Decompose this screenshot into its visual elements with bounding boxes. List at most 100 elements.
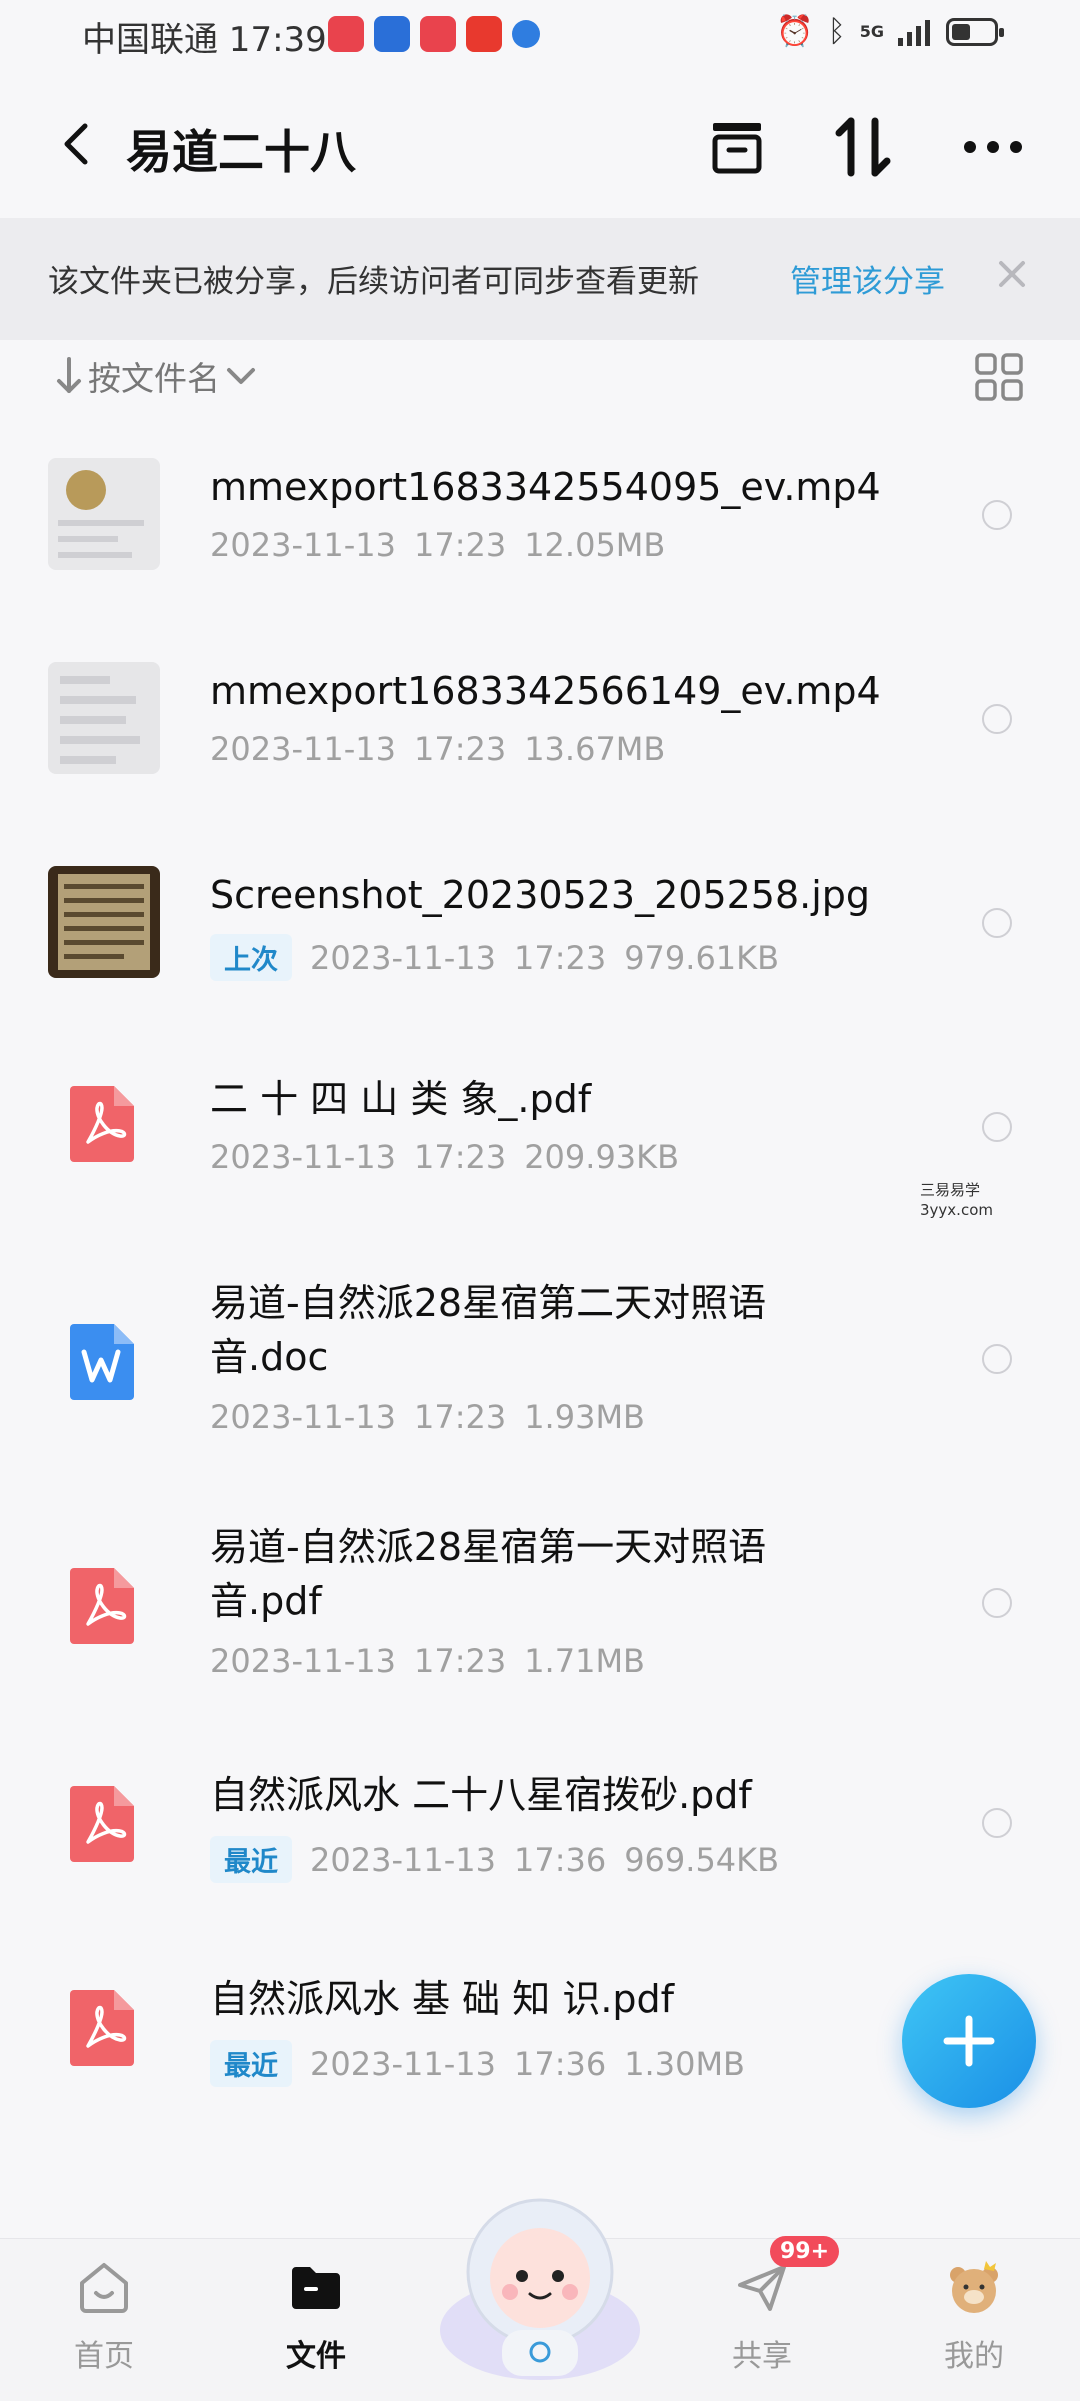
- file-meta: 2023-11-13 17:23 12.05MB: [210, 526, 665, 564]
- nav-share[interactable]: 共享: [692, 2257, 832, 2375]
- file-time: 17:23: [413, 526, 507, 564]
- select-radio[interactable]: [982, 908, 1012, 938]
- add-button[interactable]: [902, 1974, 1036, 2108]
- image-thumbnail: [48, 866, 160, 978]
- file-size: 1.93MB: [524, 1398, 645, 1436]
- bluetooth-icon: ᛒ: [827, 14, 846, 49]
- pdf-file-icon: [70, 1990, 134, 2066]
- file-time: 17:23: [413, 1642, 507, 1680]
- sort-arrows-icon: [835, 117, 891, 177]
- file-size: 209.93KB: [524, 1138, 680, 1176]
- page-title: 易道二十八: [126, 125, 356, 179]
- app-notification-icon: [512, 20, 540, 48]
- file-name: 易道-自然派28星宿第一天对照语音.pdf: [210, 1525, 767, 1623]
- nav-home-label: 首页: [74, 2339, 134, 2374]
- watermark: 三易易学 3yyx.com: [920, 1180, 993, 1220]
- select-radio[interactable]: [982, 704, 1012, 734]
- select-radio[interactable]: [982, 500, 1012, 530]
- signal-icon: [898, 19, 930, 46]
- pdf-file-icon: [70, 1568, 134, 1644]
- select-radio[interactable]: [982, 1588, 1012, 1618]
- nav-me[interactable]: 我的: [904, 2257, 1044, 2375]
- chevron-left-icon: [64, 123, 88, 165]
- bear-avatar-icon: [950, 2261, 998, 2313]
- watermark-line-2: 3yyx.com: [920, 1201, 993, 1219]
- file-name: mmexport1683342566149_ev.mp4: [210, 669, 881, 713]
- sort-toggle-button[interactable]: [826, 110, 900, 184]
- file-size: 1.30MB: [624, 2044, 745, 2083]
- recent-tag: 最近: [210, 2040, 292, 2087]
- status-right: ⏰ ᛒ 5G: [776, 14, 1004, 49]
- nav-home[interactable]: 首页: [34, 2257, 174, 2375]
- back-button[interactable]: [48, 112, 104, 176]
- sort-by-name-button[interactable]: 按文件名: [56, 352, 256, 400]
- manage-share-link[interactable]: 管理该分享: [790, 256, 945, 301]
- file-date: 2023-11-13: [210, 1642, 396, 1680]
- file-meta: 2023-11-13 17:23 209.93KB: [210, 1138, 679, 1176]
- select-radio[interactable]: [982, 1344, 1012, 1374]
- carrier-time: 中国联通 17:39: [82, 20, 327, 60]
- more-button[interactable]: [956, 110, 1030, 184]
- grid-view-icon: [975, 353, 1023, 401]
- banner-message: 该文件夹已被分享，后续访问者可同步查看更新: [48, 264, 699, 300]
- file-date: 2023-11-13: [210, 526, 396, 564]
- file-size: 969.54KB: [624, 1840, 780, 1879]
- alarm-icon: ⏰: [776, 14, 814, 49]
- nav-me-label: 我的: [944, 2339, 1004, 2374]
- file-time: 17:23: [413, 730, 507, 768]
- recent-tag: 上次: [210, 934, 292, 981]
- video-thumbnail: [48, 458, 160, 570]
- nav-files[interactable]: 文件: [246, 2257, 386, 2375]
- file-time: 17:36: [513, 1840, 607, 1879]
- archive-box-icon: [712, 123, 762, 174]
- select-radio[interactable]: [982, 1112, 1012, 1142]
- file-size: 13.67MB: [524, 730, 666, 768]
- file-time: 17:23: [413, 1138, 507, 1176]
- watermark-line-1: 三易易学: [920, 1181, 981, 1199]
- file-name: Screenshot_20230523_205258.jpg: [210, 873, 871, 917]
- app-notification-icon: [328, 16, 364, 52]
- shared-folder-banner: 该文件夹已被分享，后续访问者可同步查看更新 管理该分享: [0, 218, 1080, 340]
- grid-view-button[interactable]: [974, 352, 1024, 402]
- file-meta: 上次 2023-11-13 17:23 979.61KB: [210, 934, 779, 981]
- file-name: 自然派风水 二十八星宿拨砂.pdf: [210, 1773, 752, 1817]
- status-bar: 中国联通 17:39 ⏰ ᛒ 5G: [0, 0, 1080, 72]
- pdf-file-icon: [70, 1086, 134, 1162]
- file-date: 2023-11-13: [310, 2044, 496, 2083]
- file-time: 17:23: [413, 1398, 507, 1436]
- file-date: 2023-11-13: [310, 1840, 496, 1879]
- file-name: 自然派风水 基 础 知 识.pdf: [210, 1977, 675, 2021]
- battery-level: [952, 23, 970, 40]
- status-app-icons: [328, 16, 540, 52]
- app-notification-icon: [420, 16, 456, 52]
- file-time: 17:23: [513, 938, 607, 977]
- app-notification-icon: [466, 16, 502, 52]
- file-meta: 2023-11-13 17:23 1.71MB: [210, 1642, 645, 1680]
- file-meta: 最近 2023-11-13 17:36 1.30MB: [210, 2040, 745, 2087]
- folder-icon: [292, 2267, 340, 2309]
- share-badge: 99+: [770, 2236, 840, 2267]
- video-thumbnail: [48, 662, 160, 774]
- archive-button[interactable]: [700, 110, 774, 184]
- word-file-icon: [70, 1324, 134, 1400]
- pdf-file-icon: [70, 1786, 134, 1862]
- select-radio[interactable]: [982, 1808, 1012, 1838]
- file-meta: 2023-11-13 17:23 1.93MB: [210, 1398, 645, 1436]
- mascot-assistant-icon[interactable]: [432, 2180, 648, 2380]
- file-date: 2023-11-13: [210, 1138, 396, 1176]
- file-name: 二 十 四 山 类 象_.pdf: [210, 1077, 592, 1121]
- nav-files-label: 文件: [286, 2339, 346, 2374]
- recent-tag: 最近: [210, 1836, 292, 1883]
- arrow-down-icon: [57, 357, 81, 393]
- file-name: mmexport1683342554095_ev.mp4: [210, 465, 881, 509]
- chevron-down-icon: [227, 368, 255, 384]
- banner-close-button[interactable]: [986, 248, 1038, 300]
- top-app-bar: 易道二十八: [0, 88, 1080, 204]
- nav-share-label: 共享: [732, 2339, 792, 2374]
- network-type: 5G: [859, 21, 884, 41]
- close-icon: [999, 261, 1025, 287]
- home-icon: [80, 2263, 128, 2313]
- sort-row: 按文件名: [0, 348, 1080, 410]
- more-dots-icon: [964, 141, 1022, 153]
- file-date: 2023-11-13: [210, 730, 396, 768]
